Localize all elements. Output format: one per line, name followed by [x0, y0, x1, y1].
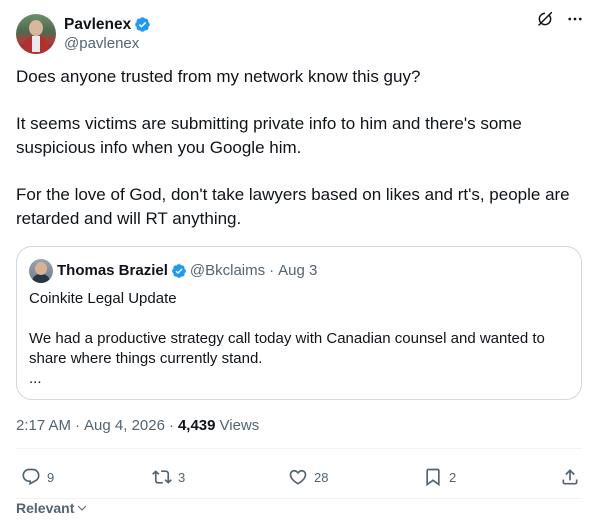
views-label: Views — [219, 417, 260, 434]
grok-icon[interactable] — [536, 10, 554, 28]
tweet-paragraph: It seems victims are submitting private … — [16, 114, 522, 157]
quoted-date: Aug 3 — [278, 262, 318, 279]
repost-button[interactable]: 3 — [152, 467, 185, 487]
author-avatar[interactable] — [16, 14, 56, 54]
quoted-author-avatar — [29, 259, 53, 283]
tweet-paragraph: Does anyone trusted from my network know… — [16, 67, 421, 86]
author-names: Pavlenex @pavlenex — [64, 15, 151, 54]
verified-badge-icon — [135, 16, 151, 32]
quoted-tweet-body: Coinkite Legal Update We had a productiv… — [29, 289, 569, 389]
bookmark-icon — [426, 468, 440, 487]
tweet-date[interactable]: Aug 4, 2026 — [84, 416, 165, 436]
bookmark-count: 2 — [449, 469, 457, 485]
chevron-down-icon — [78, 505, 87, 511]
tweet-header: Pavlenex @pavlenex — [16, 10, 584, 56]
author-display-name[interactable]: Pavlenex — [64, 15, 131, 34]
reply-button[interactable]: 9 — [21, 467, 54, 487]
repost-count: 3 — [178, 469, 186, 485]
share-icon — [562, 469, 578, 485]
meta-separator: · — [168, 417, 174, 434]
reply-icon — [22, 468, 40, 486]
meta-separator: · — [75, 417, 81, 434]
sort-label: Relevant — [16, 500, 75, 516]
quoted-text: We had a productive strategy call today … — [29, 330, 545, 367]
verified-badge-icon — [171, 264, 186, 278]
action-bar: 9 3 28 2 — [16, 464, 582, 490]
tweet-time[interactable]: 2:17 AM — [16, 416, 71, 436]
more-icon[interactable] — [566, 10, 584, 28]
repost-icon — [152, 470, 172, 484]
quoted-tweet[interactable]: Thomas Braziel @Bkclaims · Aug 3 Coinkit… — [16, 246, 582, 400]
quoted-tweet-header: Thomas Braziel @Bkclaims · Aug 3 — [29, 259, 317, 283]
share-button[interactable] — [560, 467, 580, 487]
quoted-ellipsis: ... — [29, 370, 42, 387]
like-icon — [289, 469, 307, 485]
divider — [16, 498, 582, 499]
tweet-paragraph: For the love of God, don't take lawyers … — [16, 185, 570, 228]
bookmark-button[interactable]: 2 — [423, 467, 456, 487]
tweet-meta: 2:17 AM · Aug 4, 2026 · 4,439 Views — [16, 416, 259, 436]
quoted-author-handle: @Bkclaims — [189, 262, 266, 279]
quoted-separator: · — [269, 262, 275, 279]
like-count: 28 — [314, 469, 329, 485]
divider — [16, 448, 582, 449]
author-handle[interactable]: @pavlenex — [64, 34, 151, 54]
quoted-title: Coinkite Legal Update — [29, 290, 177, 307]
quoted-author-display-name: Thomas Braziel — [57, 262, 168, 279]
views-count: 4,439 — [177, 417, 216, 434]
reply-count: 9 — [47, 469, 55, 485]
tweet-text: Does anyone trusted from my network know… — [16, 65, 586, 231]
reply-sort-dropdown[interactable]: Relevant — [16, 499, 88, 517]
like-button[interactable]: 28 — [288, 467, 328, 487]
